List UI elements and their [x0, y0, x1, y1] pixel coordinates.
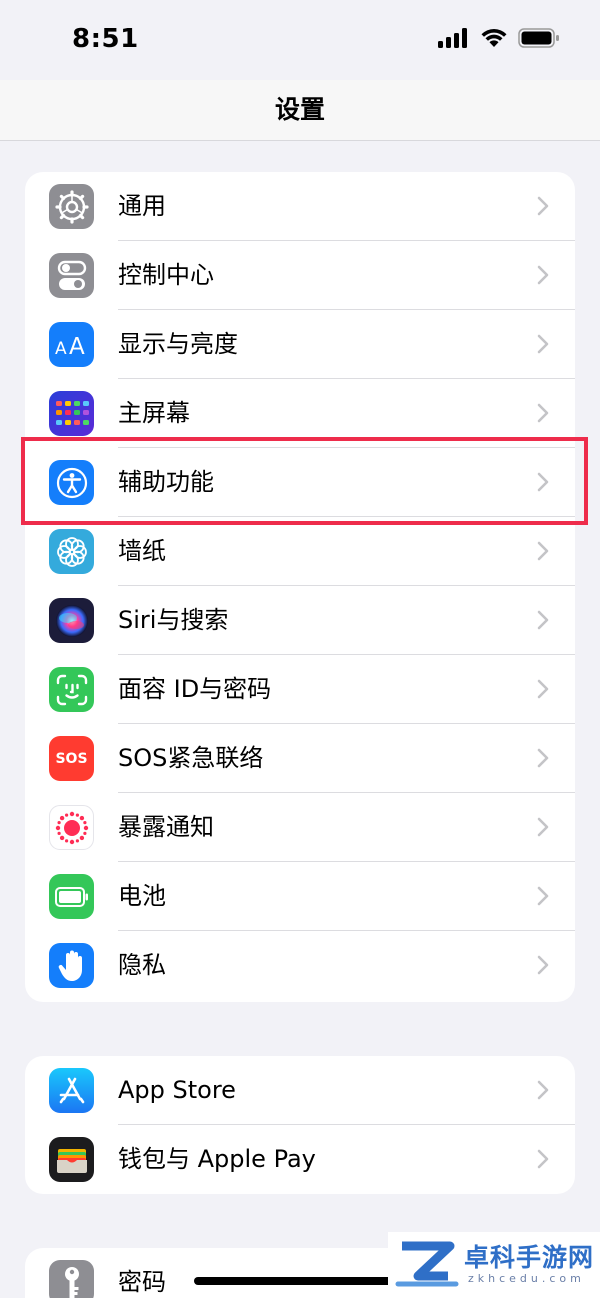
chevron-right-icon [537, 1149, 549, 1169]
face-id-icon [49, 667, 94, 712]
settings-row-label: 主屏幕 [118, 399, 190, 427]
settings-row-emergency-sos[interactable]: SOS SOS紧急联络 [25, 724, 575, 793]
watermark-text: 卓科手游网 [464, 1243, 595, 1272]
watermark-logo-icon [395, 1241, 459, 1287]
chevron-right-icon [537, 610, 549, 630]
settings-row-accessibility[interactable]: 辅助功能 [25, 448, 575, 517]
accessibility-icon [49, 460, 94, 505]
settings-screen: 8:51 设置 通用 控制中心 A A 显示与亮度 主屏幕 辅助功能 墙纸 Si… [0, 0, 600, 1298]
chevron-right-icon [537, 955, 549, 975]
settings-row-label: 通用 [118, 192, 166, 220]
chevron-right-icon [537, 472, 549, 492]
cellular-signal-icon [438, 28, 467, 48]
hand-icon [49, 943, 94, 988]
battery-icon [49, 874, 94, 919]
settings-row-label: 隐私 [118, 951, 166, 979]
settings-row-label: 墙纸 [118, 537, 166, 565]
battery-status-icon [518, 28, 559, 48]
chevron-right-icon [537, 817, 549, 837]
status-icons [438, 28, 560, 48]
settings-row-label: 密码 [118, 1268, 166, 1296]
chevron-right-icon [537, 541, 549, 561]
sos-icon: SOS [49, 736, 94, 781]
sos-icon-text: SOS [55, 750, 88, 767]
wallet-icon [49, 1137, 94, 1182]
chevron-right-icon [537, 334, 549, 354]
settings-row-label: SOS紧急联络 [118, 744, 264, 772]
chevron-right-icon [537, 1080, 549, 1100]
settings-row-siri[interactable]: Siri与搜索 [25, 586, 575, 655]
settings-row-app-store[interactable]: App Store [25, 1056, 575, 1125]
siri-icon [49, 598, 94, 643]
chevron-right-icon [537, 403, 549, 423]
navigation-bar: 设置 [0, 80, 600, 141]
home-grid-icon [49, 391, 94, 436]
settings-row-exposure-notifications[interactable]: 暴露通知 [25, 793, 575, 862]
settings-row-label: 显示与亮度 [118, 330, 238, 358]
settings-row-general[interactable]: 通用 [25, 172, 575, 241]
home-indicator[interactable] [194, 1277, 406, 1285]
key-icon [49, 1260, 94, 1298]
status-bar: 8:51 [0, 0, 600, 80]
settings-row-label: 面容 ID与密码 [118, 675, 272, 703]
flower-icon [49, 529, 94, 574]
settings-group-store: App Store 钱包与 Apple Pay [25, 1056, 575, 1194]
wifi-icon [481, 28, 507, 47]
settings-group-main: 通用 控制中心 A A 显示与亮度 主屏幕 辅助功能 墙纸 Siri与搜索 面容… [25, 172, 575, 1002]
chevron-right-icon [537, 748, 549, 768]
toggle-icon [49, 253, 94, 298]
status-time: 8:51 [72, 24, 139, 54]
chevron-right-icon [537, 886, 549, 906]
settings-row-label: 钱包与 Apple Pay [118, 1145, 316, 1173]
chevron-right-icon [537, 196, 549, 216]
app-store-icon [49, 1068, 94, 1113]
settings-row-label: App Store [118, 1076, 236, 1104]
settings-row-control-center[interactable]: 控制中心 [25, 241, 575, 310]
settings-row-face-id[interactable]: 面容 ID与密码 [25, 655, 575, 724]
settings-row-wallet[interactable]: 钱包与 Apple Pay [25, 1125, 575, 1194]
settings-row-wallpaper[interactable]: 墙纸 [25, 517, 575, 586]
settings-row-label: Siri与搜索 [118, 606, 229, 634]
settings-row-display[interactable]: A A 显示与亮度 [25, 310, 575, 379]
watermark: 卓科手游网 zkhcedu.com [388, 1232, 600, 1298]
gear-icon [49, 184, 94, 229]
page-title: 设置 [274, 95, 325, 124]
svg-text:A: A [69, 334, 85, 357]
settings-row-label: 暴露通知 [118, 813, 214, 841]
chevron-right-icon [537, 265, 549, 285]
settings-row-label: 电池 [118, 882, 166, 910]
exposure-icon [49, 805, 94, 850]
settings-row-privacy[interactable]: 隐私 [25, 931, 575, 1000]
chevron-right-icon [537, 679, 549, 699]
aa-text-icon: A A [49, 322, 94, 367]
settings-row-home-screen[interactable]: 主屏幕 [25, 379, 575, 448]
settings-row-battery[interactable]: 电池 [25, 862, 575, 931]
svg-text:A: A [55, 339, 67, 357]
settings-row-label: 控制中心 [118, 261, 214, 289]
watermark-subtext: zkhcedu.com [468, 1272, 585, 1285]
settings-row-label: 辅助功能 [118, 468, 214, 496]
